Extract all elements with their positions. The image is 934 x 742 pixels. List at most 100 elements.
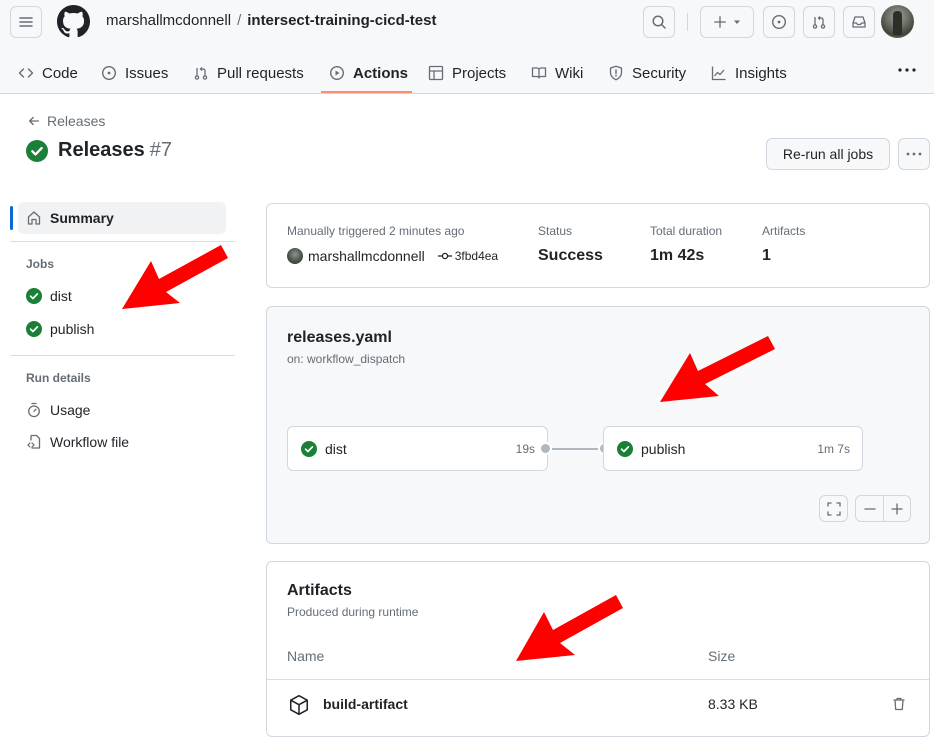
git-commit-icon	[437, 252, 452, 260]
tab-label: Insights	[735, 64, 787, 82]
github-logo[interactable]	[57, 5, 90, 38]
stopwatch-icon	[28, 402, 40, 418]
plus-icon	[714, 16, 726, 28]
tab-projects[interactable]: Projects	[428, 52, 506, 94]
fullscreen-button[interactable]	[819, 495, 848, 522]
repo-nav: Code Issues Pull requests Actions Projec…	[0, 52, 934, 94]
tab-insights[interactable]: Insights	[711, 52, 787, 94]
job-name: publish	[641, 440, 686, 457]
selected-indicator	[10, 206, 13, 230]
run-details-heading: Run details	[26, 371, 91, 385]
sidebar-item-usage[interactable]: Usage	[26, 402, 90, 418]
tab-label: Code	[42, 64, 78, 82]
sidebar-item-workflow-file[interactable]: Workflow file	[26, 434, 129, 450]
run-title: Releases	[58, 139, 145, 161]
jobs-heading: Jobs	[26, 257, 55, 271]
kebab-horizontal-icon	[898, 68, 916, 72]
sidebar-divider	[10, 241, 235, 242]
job-name: dist	[325, 440, 347, 457]
inbox-icon	[852, 16, 866, 28]
plus-icon	[891, 502, 903, 515]
tab-label: Wiki	[555, 64, 584, 82]
annotation-arrow-jobs	[122, 245, 228, 309]
tab-pull-requests[interactable]: Pull requests	[193, 52, 304, 94]
check-circle-fill-icon	[26, 139, 48, 162]
search-button[interactable]	[643, 6, 675, 38]
artifact-row: build-artifact 8.33 KB	[267, 680, 929, 732]
code-icon	[18, 68, 34, 78]
active-tab-indicator	[321, 91, 412, 93]
column-header-size: Size	[708, 648, 736, 664]
duration-label: Total duration	[650, 224, 723, 238]
tab-wiki[interactable]: Wiki	[531, 52, 583, 94]
sidebar-item-summary[interactable]: Summary	[18, 202, 226, 234]
commit-sha: 3fbd4ea	[454, 249, 499, 263]
tab-actions[interactable]: Actions	[329, 52, 408, 94]
check-circle-fill-icon	[26, 288, 42, 304]
zoom-in-button[interactable]	[883, 496, 910, 521]
search-icon	[652, 15, 666, 29]
graph-icon	[711, 66, 726, 81]
tab-label: Security	[632, 64, 687, 82]
tab-code[interactable]: Code	[18, 52, 78, 94]
repo-name-link[interactable]: intersect-training-cicd-test	[247, 12, 436, 29]
pull-request-icon	[812, 16, 826, 29]
arrow-left-icon	[28, 116, 40, 126]
tab-label: Actions	[353, 64, 409, 82]
issues-button[interactable]	[763, 6, 795, 38]
artifacts-count-value[interactable]: 1	[762, 247, 771, 265]
zoom-out-button[interactable]	[856, 496, 883, 521]
play-icon	[329, 65, 345, 81]
tab-security[interactable]: Security	[608, 52, 686, 94]
artifact-name-link[interactable]: build-artifact	[323, 696, 408, 712]
artifacts-count-label: Artifacts	[762, 224, 806, 238]
job-duration: 1m 7s	[817, 441, 850, 456]
commit-link[interactable]: 3fbd4ea	[437, 249, 499, 263]
actor-name-link[interactable]: marshallmcdonnell	[308, 248, 425, 264]
create-new-button[interactable]	[700, 6, 754, 38]
job-duration: 19s	[515, 441, 535, 456]
workflow-graph-card: releases.yaml on: workflow_dispatch dist…	[266, 306, 930, 544]
status-label: Status	[538, 224, 573, 238]
trash-icon[interactable]	[891, 696, 907, 712]
run-actor: marshallmcdonnell 3fbd4ea	[287, 248, 498, 264]
check-circle-fill-icon	[301, 440, 317, 457]
back-link-label: Releases	[47, 113, 106, 129]
artifacts-title: Artifacts	[287, 582, 352, 599]
repo-owner-link[interactable]: marshallmcdonnell	[106, 12, 231, 29]
job-label: publish	[50, 321, 95, 337]
sidebar-job-publish[interactable]: publish	[26, 321, 94, 337]
back-to-workflow-link[interactable]: Releases	[27, 113, 105, 129]
zoom-controls	[855, 495, 911, 522]
page-title: Releases #7	[26, 139, 172, 162]
package-icon	[289, 694, 309, 716]
workflow-file-name: releases.yaml	[287, 329, 392, 346]
hamburger-icon	[19, 17, 33, 27]
issue-icon	[101, 65, 117, 81]
screen-full-icon	[826, 501, 841, 516]
fullscreen-segment[interactable]	[820, 496, 847, 521]
graph-job-publish[interactable]: publish 1m 7s	[603, 426, 863, 471]
job-connector	[551, 448, 603, 450]
sidebar-job-dist[interactable]: dist	[26, 288, 72, 304]
annotation-arrow-artifacts	[516, 595, 623, 661]
run-number: #7	[149, 139, 172, 161]
user-avatar[interactable]	[881, 5, 914, 38]
column-header-name: Name	[287, 648, 325, 664]
minus-icon	[863, 507, 876, 510]
duration-value: 1m 42s	[650, 247, 705, 264]
sidebar-divider	[10, 355, 235, 356]
rerun-all-jobs-button[interactable]: Re-run all jobs	[766, 138, 890, 170]
pull-request-icon	[194, 67, 208, 80]
graph-job-dist[interactable]: dist 19s	[287, 426, 548, 471]
more-tabs-button[interactable]	[895, 60, 919, 80]
run-summary-card: Manually triggered 2 minutes ago marshal…	[266, 203, 930, 288]
pull-requests-button[interactable]	[803, 6, 835, 38]
tab-issues[interactable]: Issues	[101, 52, 168, 94]
artifacts-subtitle: Produced during runtime	[287, 605, 419, 619]
actor-avatar	[287, 248, 303, 264]
workflow-trigger: on: workflow_dispatch	[287, 352, 406, 366]
inbox-button[interactable]	[843, 6, 875, 38]
menu-button[interactable]	[10, 6, 42, 38]
run-options-button[interactable]	[898, 138, 930, 170]
